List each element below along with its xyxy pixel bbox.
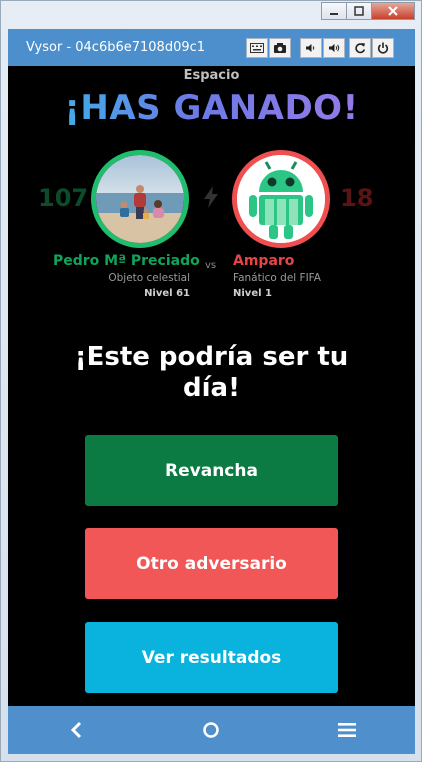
home-circle-icon bbox=[203, 722, 220, 738]
menu-icon bbox=[338, 723, 357, 737]
volume-down-icon bbox=[306, 44, 315, 52]
opponent-avatar[interactable] bbox=[232, 150, 330, 248]
window-title: Vysor - 04c6b6e7108d09c1 bbox=[26, 40, 206, 55]
back-button[interactable] bbox=[56, 710, 96, 750]
volume-up-icon bbox=[328, 44, 339, 52]
opponent-level: Nivel 1 bbox=[233, 288, 272, 299]
window-controls bbox=[321, 2, 415, 20]
other-opponent-button[interactable]: Otro adversario bbox=[85, 528, 338, 599]
toolbar-right-group bbox=[349, 38, 395, 58]
opponent-score: 18 bbox=[340, 184, 374, 212]
minimize-button[interactable] bbox=[321, 2, 347, 20]
vysor-toolbar: Vysor - 04c6b6e7108d09c1 bbox=[8, 29, 415, 66]
category-label: Espacio bbox=[183, 68, 240, 83]
close-icon bbox=[388, 6, 398, 16]
player-name[interactable]: Pedro Mª Preciado bbox=[53, 253, 200, 269]
app-window: Vysor - 04c6b6e7108d09c1 Espacio ¡HAS GA… bbox=[0, 0, 422, 762]
rotate-button[interactable] bbox=[349, 38, 371, 58]
opponent-name[interactable]: Amparo bbox=[233, 253, 294, 269]
player-photo-icon bbox=[96, 155, 184, 243]
close-button[interactable] bbox=[371, 2, 415, 20]
menu-button[interactable] bbox=[327, 710, 367, 750]
player-avatar[interactable] bbox=[91, 150, 189, 248]
other-opponent-button-label: Otro adversario bbox=[136, 553, 287, 574]
rematch-button[interactable]: Revancha bbox=[85, 435, 338, 506]
keyboard-button[interactable] bbox=[246, 38, 268, 58]
volume-down-button[interactable] bbox=[300, 38, 322, 58]
rematch-button-label: Revancha bbox=[165, 460, 258, 481]
android-robot-icon bbox=[237, 155, 325, 243]
device-screen: Espacio ¡HAS GANADO! 107 18 Pedro Mª Pre… bbox=[8, 66, 415, 706]
home-button[interactable] bbox=[191, 710, 231, 750]
maximize-icon bbox=[354, 6, 364, 16]
maximize-button[interactable] bbox=[346, 2, 372, 20]
toolbar-left-group bbox=[246, 38, 292, 58]
view-results-button-label: Ver resultados bbox=[141, 647, 282, 668]
android-nav-bar bbox=[8, 706, 415, 754]
screenshot-button[interactable] bbox=[269, 38, 291, 58]
player-level: Nivel 61 bbox=[144, 288, 190, 299]
player-subtitle: Objeto celestial bbox=[108, 272, 190, 284]
power-button[interactable] bbox=[372, 38, 394, 58]
power-icon bbox=[377, 42, 389, 54]
camera-icon bbox=[274, 43, 286, 53]
volume-up-button[interactable] bbox=[323, 38, 345, 58]
toolbar-volume-group bbox=[300, 38, 346, 58]
versus-label: vs bbox=[205, 260, 217, 271]
player-score: 107 bbox=[38, 184, 89, 212]
encouragement-message: ¡Este podría ser tu día! bbox=[74, 342, 349, 403]
opponent-subtitle: Fanático del FIFA bbox=[233, 272, 321, 284]
keyboard-icon bbox=[250, 43, 264, 53]
result-title: ¡HAS GANADO! bbox=[8, 88, 415, 128]
lightning-icon bbox=[204, 186, 218, 208]
back-chevron-icon bbox=[70, 721, 81, 739]
minimize-icon bbox=[330, 13, 338, 15]
view-results-button[interactable]: Ver resultados bbox=[85, 622, 338, 693]
rotate-icon bbox=[355, 43, 366, 54]
